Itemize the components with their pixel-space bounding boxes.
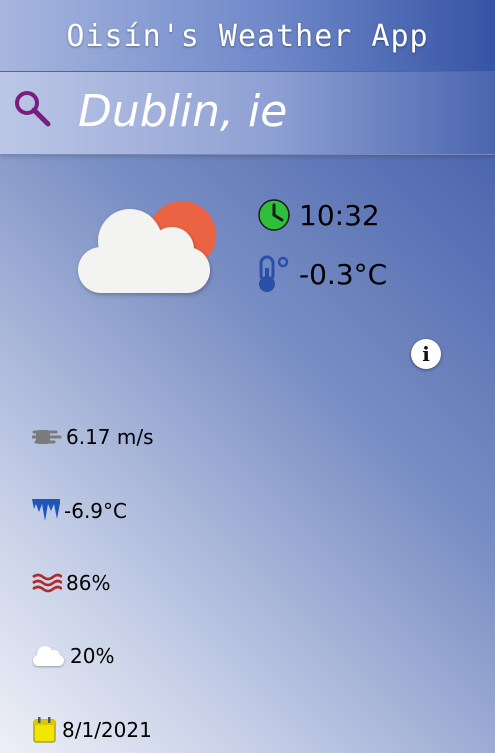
current-time: 10:32 <box>299 198 380 232</box>
clock-icon <box>258 199 290 231</box>
app-header: Oisín's Weather App <box>0 0 495 72</box>
date-stat: 8/1/2021 <box>32 716 152 744</box>
wind-icon <box>32 430 62 444</box>
search-icon[interactable] <box>12 88 52 128</box>
cloud-icon <box>33 646 64 666</box>
humidity-stat: 86% <box>32 570 110 596</box>
thermometer-icon <box>259 255 289 292</box>
app-title: Oisín's Weather App <box>66 19 429 54</box>
dew-point: -6.9°C <box>64 499 127 523</box>
search-bar <box>0 72 495 155</box>
time-reading: 10:32 <box>257 198 380 232</box>
info-icon: i <box>422 342 430 366</box>
date: 8/1/2021 <box>62 718 152 742</box>
wind-stat: 6.17 m/s <box>32 424 154 450</box>
wind-speed: 6.17 m/s <box>66 425 154 449</box>
humidity-waves-icon <box>32 573 62 593</box>
temperature-reading: -0.3°C <box>255 254 387 294</box>
clouds-stat: 20% <box>32 643 114 669</box>
calendar-icon <box>33 717 56 743</box>
cloud-cover: 20% <box>70 644 115 668</box>
dew-point-stat: -6.9°C <box>32 497 127 525</box>
humidity: 86% <box>66 571 111 595</box>
city-search-input[interactable] <box>78 86 478 137</box>
partly-cloudy-icon <box>78 201 216 293</box>
icicle-icon <box>32 499 60 521</box>
info-button[interactable]: i <box>411 339 441 369</box>
current-temperature: -0.3°C <box>299 257 388 291</box>
